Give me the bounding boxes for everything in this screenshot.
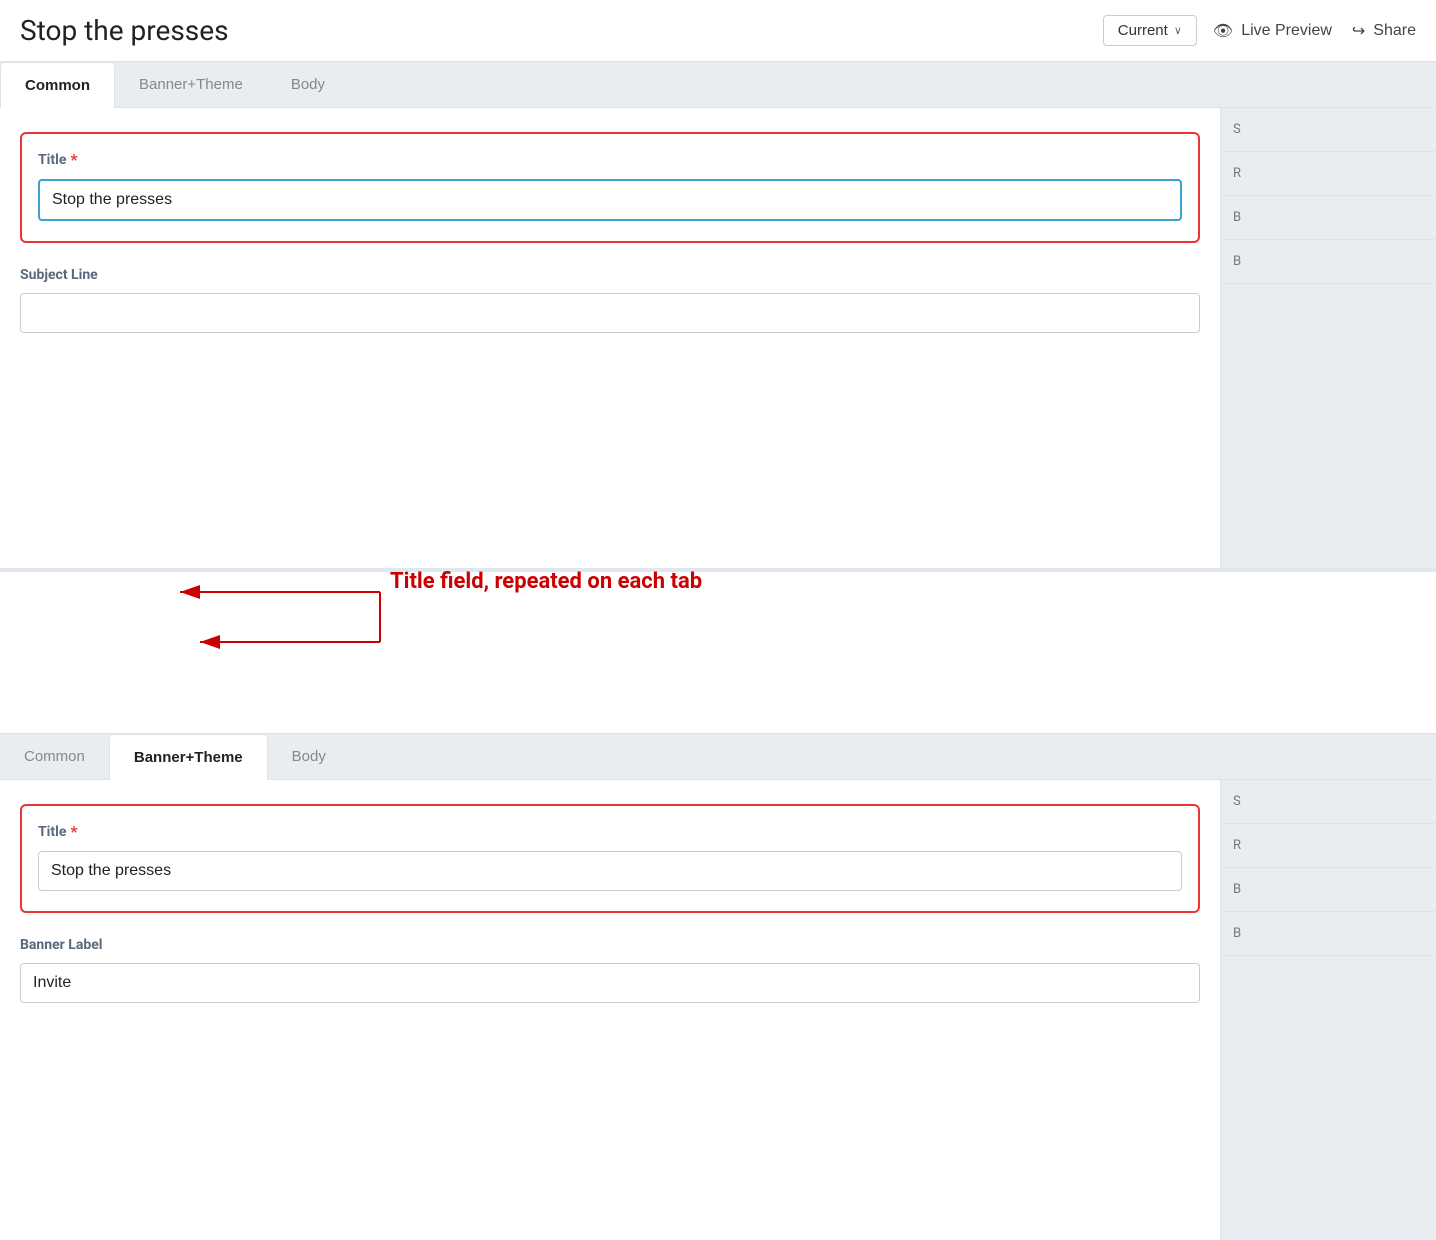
panel-1-main: Title * Subject Line — [0, 108, 1220, 568]
banner-label-group-2: Banner Label — [20, 937, 1200, 1003]
subject-line-label-1: Subject Line — [20, 267, 1200, 283]
panel-2: Stop the presses Current ∨ 👁 Live Previe… — [0, 672, 1436, 1240]
panel-1-content: Title * Subject Line — [0, 108, 1220, 381]
sidebar-item-2: R — [1221, 152, 1436, 196]
panel-2-main: Title * Banner Label — [0, 780, 1220, 1240]
sidebar2-item-2: R — [1221, 824, 1436, 868]
panel-1: Stop the presses Current ∨ 👁 Live Previe… — [0, 0, 1436, 572]
title-field-group-1: Title * — [20, 132, 1200, 243]
tab-body-2[interactable]: Body — [268, 734, 350, 779]
tab-banner-theme-1[interactable]: Banner+Theme — [115, 62, 267, 107]
annotation-arrow: Title field, repeated on each tab — [0, 512, 800, 672]
share-icon: ↪ — [1352, 21, 1365, 41]
title-field-group-2: Title * — [20, 804, 1200, 913]
tab-common-2[interactable]: Common — [0, 734, 109, 779]
title-input-2[interactable] — [38, 851, 1182, 891]
required-star-2: * — [70, 822, 77, 841]
annotation-text: Title field, repeated on each tab — [390, 569, 702, 594]
title-label-2: Title * — [38, 822, 1182, 841]
panel-1-title: Stop the presses — [20, 14, 1087, 47]
sidebar-item-3: B — [1221, 196, 1436, 240]
banner-label-input-2[interactable] — [20, 963, 1200, 1003]
live-preview-button-1[interactable]: 👁 Live Preview — [1213, 21, 1332, 41]
right-sidebar-2: S R B B — [1220, 780, 1436, 1240]
chevron-down-icon: ∨ — [1174, 24, 1182, 37]
banner-label-label-2: Banner Label — [20, 937, 1200, 953]
share-button-1[interactable]: ↪ Share — [1352, 21, 1416, 41]
required-star-1: * — [70, 150, 77, 169]
header-right-1: 👁 Live Preview ↪ Share — [1213, 21, 1416, 41]
panel-1-layout: Title * Subject Line S R B B — [0, 108, 1436, 568]
tabs-1: Common Banner+Theme Body — [0, 62, 1436, 108]
eye-icon: 👁 — [1213, 21, 1233, 41]
right-sidebar-1: S R B B — [1220, 108, 1436, 568]
tab-common-1[interactable]: Common — [0, 62, 115, 108]
panel-2-layout: Title * Banner Label S R B B — [0, 780, 1436, 1240]
sidebar2-item-1: S — [1221, 780, 1436, 824]
panel-1-header: Stop the presses Current ∨ 👁 Live Previe… — [0, 0, 1436, 62]
tab-body-1[interactable]: Body — [267, 62, 349, 107]
panel-2-content: Title * Banner Label — [0, 780, 1220, 1051]
current-dropdown-1[interactable]: Current ∨ — [1103, 15, 1197, 46]
subject-line-group-1: Subject Line — [20, 267, 1200, 333]
subject-line-input-1[interactable] — [20, 293, 1200, 333]
annotation-section: Title field, repeated on each tab — [0, 572, 1436, 732]
sidebar2-item-3: B — [1221, 868, 1436, 912]
title-label-1: Title * — [38, 150, 1182, 169]
sidebar-item-1: S — [1221, 108, 1436, 152]
sidebar2-item-4: B — [1221, 912, 1436, 956]
title-input-1[interactable] — [38, 179, 1182, 221]
tab-banner-theme-2[interactable]: Banner+Theme — [109, 734, 268, 780]
tabs-2: Common Banner+Theme Body — [0, 734, 1436, 780]
sidebar-item-4: B — [1221, 240, 1436, 284]
